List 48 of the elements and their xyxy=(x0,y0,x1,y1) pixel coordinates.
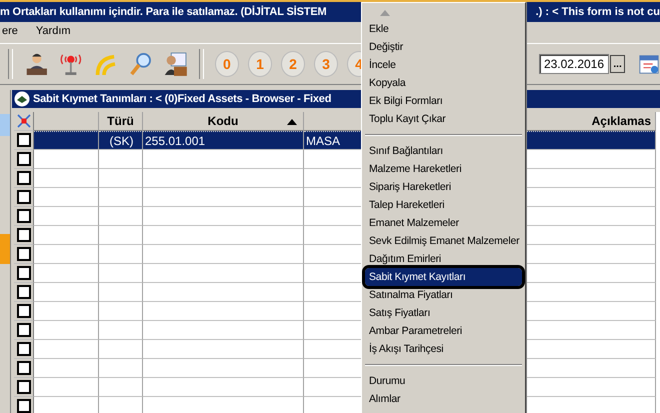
window-title: .) : < This form is not cu xyxy=(536,6,660,18)
row-checkbox[interactable] xyxy=(16,190,30,204)
context-menu-item[interactable]: Alımlar xyxy=(365,390,522,408)
context-menu-item[interactable]: Ekle xyxy=(365,20,522,38)
search-icon[interactable] xyxy=(128,50,154,78)
context-menu-item[interactable]: Satış Fiyatları xyxy=(365,304,522,322)
context-menu-item[interactable]: Sipariş Hareketleri xyxy=(365,178,522,196)
collapse-arrows-icon[interactable] xyxy=(16,114,30,128)
column-header[interactable]: Kodu xyxy=(143,112,304,131)
row-checkbox[interactable] xyxy=(16,285,30,299)
subwindow-title: Sabit Kıymet Tanımları : < (0)Fixed Assets - Browser - Fixed xyxy=(33,93,332,105)
row-checkbox[interactable] xyxy=(16,209,30,223)
context-menu-item[interactable]: Talep Hareketleri xyxy=(365,196,522,214)
context-menu-item[interactable]: Satınalma Fiyatları xyxy=(365,286,522,304)
row-checkbox[interactable] xyxy=(16,399,30,413)
row-checkbox[interactable] xyxy=(16,323,30,337)
row-checkbox[interactable] xyxy=(16,266,30,280)
column-header[interactable]: Türü xyxy=(99,112,143,131)
context-menu-item[interactable]: Kopyala xyxy=(365,74,522,92)
table-cell: MASA xyxy=(306,134,340,148)
date-field[interactable]: 23.02.2016 xyxy=(538,54,610,74)
row-checkbox[interactable] xyxy=(16,152,30,166)
context-menu-item[interactable]: Dağıtım Emirleri xyxy=(365,250,522,268)
row-checkbox[interactable] xyxy=(16,361,30,375)
table-cell: 255.01.001 xyxy=(145,134,206,148)
app-icon xyxy=(14,91,30,107)
menu-item[interactable]: ere xyxy=(0,25,20,37)
table-cell: (SK) xyxy=(110,134,134,148)
context-menu-item[interactable]: Malzeme Hareketleri xyxy=(365,160,522,178)
context-menu-item[interactable]: Sınıf Bağlantıları xyxy=(365,142,522,160)
context-menu-item[interactable]: Sabit Kıymet Kayıtları xyxy=(365,268,522,286)
row-checkbox[interactable] xyxy=(16,133,30,147)
context-menu-item[interactable]: Ek Bilgi Formları xyxy=(365,92,522,110)
date-picker-button[interactable]: ... xyxy=(610,55,625,73)
window-title: m Ortakları kullanımı içindir. Para ile satılamaz. (DİJİTAL SİSTEM xyxy=(0,6,327,18)
row-checkbox[interactable] xyxy=(16,247,30,261)
row-checkbox[interactable] xyxy=(16,380,30,394)
context-menu-item[interactable]: Emanet Malzemeler xyxy=(365,214,522,232)
context-menu-item[interactable]: Sevk Edilmiş Emanet Malzemeler xyxy=(365,232,522,250)
row-checkbox[interactable] xyxy=(16,342,30,356)
context-menu-item[interactable]: İş Akışı Tarihçesi xyxy=(365,340,522,358)
person-with-briefcase-icon[interactable] xyxy=(162,50,188,78)
row-checkbox[interactable] xyxy=(16,304,30,318)
row-checkbox[interactable] xyxy=(16,228,30,242)
menu-item[interactable]: Yardım xyxy=(34,25,73,37)
context-menu-item[interactable]: Ambar Parametreleri xyxy=(365,322,522,340)
row-checkbox[interactable] xyxy=(16,171,30,185)
context-menu-item[interactable]: Durumu xyxy=(365,372,522,390)
